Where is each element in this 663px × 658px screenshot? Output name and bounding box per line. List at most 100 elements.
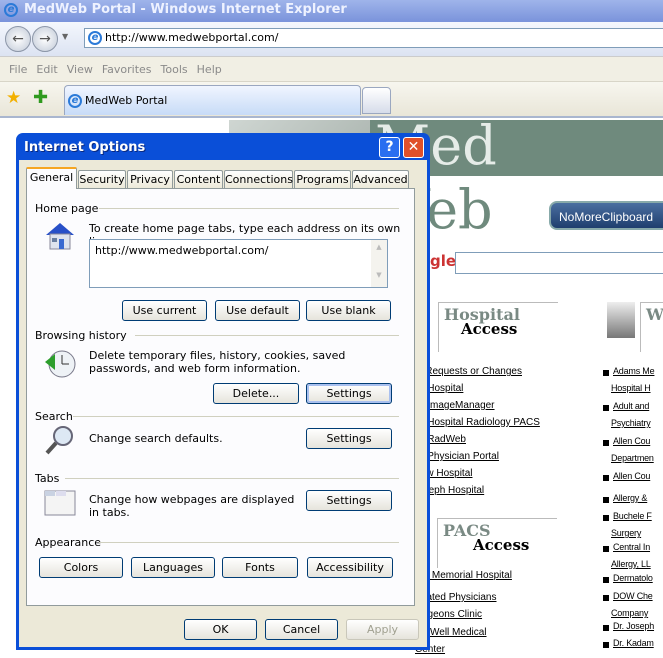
search-description: Change search defaults. [89,432,223,445]
tabs-description: Change how webpages are displayed in tab… [89,493,295,519]
forward-button[interactable]: → [32,26,58,52]
provider-link[interactable]: Central In [613,542,650,552]
menu-edit[interactable]: Edit [36,63,57,76]
bullet-icon [603,577,609,583]
tab-programs[interactable]: Programs [294,170,351,188]
home-icon [43,220,77,254]
menu-tools[interactable]: Tools [161,63,188,76]
tab-bar: ★ ✚ e MedWeb Portal [0,82,663,118]
back-button[interactable]: ← [5,26,31,52]
window-title-bar: e MedWeb Portal - Windows Internet Explo… [0,0,663,22]
nomoreclipboard-button[interactable]: NoMoreClipboard [549,201,663,230]
favorites-star-icon[interactable]: ★ [6,88,21,108]
provider-link[interactable]: Adult and [613,401,649,411]
menu-help[interactable]: Help [197,63,222,76]
google-search-input[interactable] [455,252,663,274]
tabs-icon [43,485,77,519]
browser-tab[interactable]: e MedWeb Portal [64,85,361,115]
tab-label: MedWeb Portal [85,94,168,107]
menu-favorites[interactable]: Favorites [102,63,152,76]
tab-advanced[interactable]: Advanced [352,170,409,188]
tab-ie-icon: e [68,94,82,108]
search-settings-button[interactable]: Settings [306,428,392,449]
provider-link[interactable]: Psychiatry [611,418,651,428]
home-page-label: Home page [35,202,99,215]
provider-link[interactable]: Hospital H [611,383,651,393]
hospital-access-header: Hospital Access [438,302,558,352]
w-section-header: W [640,302,663,352]
tab-privacy[interactable]: Privacy [127,170,173,188]
menu-file[interactable]: File [9,63,27,76]
page-icon: e [88,31,102,45]
tab-security[interactable]: Security [78,170,126,188]
bullet-icon [603,440,609,446]
bullet-icon [603,642,609,648]
provider-link[interactable]: Buchele F [613,511,652,521]
general-panel: Home page To create home page tabs, type… [26,188,415,606]
appearance-label: Appearance [35,536,102,549]
bullet-icon [603,595,609,601]
ie-logo-icon: e [4,3,18,17]
bullet-icon [603,625,609,631]
colors-button[interactable]: Colors [39,557,123,578]
use-default-button[interactable]: Use default [215,300,300,321]
tab-general[interactable]: General [26,167,77,189]
fonts-button[interactable]: Fonts [222,557,298,578]
ok-button[interactable]: OK [184,619,257,640]
home-page-textarea[interactable]: http://www.medwebportal.com/ ▲ ▼ [89,239,388,288]
address-input[interactable]: e http://www.medwebportal.com/ [84,28,663,48]
delete-history-button[interactable]: Delete... [213,383,299,404]
bullet-icon [603,546,609,552]
tab-content[interactable]: Content [174,170,223,188]
menu-bar: File Edit View Favorites Tools Help [0,56,663,82]
bullet-icon [603,405,609,411]
address-url: http://www.medwebportal.com/ [105,31,279,44]
dialog-body: General Security Privacy Content Connect… [19,160,427,647]
provider-link[interactable]: Allen Cou [613,436,650,446]
bullet-icon [603,497,609,503]
browsing-history-label: Browsing history [35,329,127,342]
provider-link[interactable]: DOW Che [613,591,653,601]
textarea-scrollbar[interactable]: ▲ ▼ [371,240,387,287]
use-current-button[interactable]: Use current [122,300,207,321]
recent-pages-dropdown-icon[interactable]: ▼ [62,32,68,41]
use-blank-button[interactable]: Use blank [306,300,391,321]
provider-link[interactable]: Company [611,608,648,618]
internet-options-dialog: Internet Options ? ✕ General Security Pr… [16,133,430,650]
help-button[interactable]: ? [379,137,400,158]
bullet-icon [603,475,609,481]
provider-link[interactable]: Departmen [611,453,654,463]
history-description: Delete temporary files, history, cookies… [89,349,346,375]
home-page-url: http://www.medwebportal.com/ [95,244,269,257]
languages-button[interactable]: Languages [131,557,215,578]
search-label: Search [35,410,73,423]
provider-link[interactable]: Dermatolo [613,573,653,583]
add-favorite-icon[interactable]: ✚ [33,87,48,108]
apply-button[interactable]: Apply [346,619,419,640]
search-magnifier-icon [43,423,77,457]
close-button[interactable]: ✕ [403,137,424,158]
provider-link[interactable]: Dr. Kadam [613,638,654,648]
history-settings-button[interactable]: Settings [306,383,392,404]
provider-link[interactable]: Allergy & [613,493,647,503]
provider-link[interactable]: Allen Cou [613,471,650,481]
dialog-title: Internet Options [24,140,146,155]
menu-view[interactable]: View [67,63,93,76]
bullet-icon [603,370,609,376]
history-clock-icon [43,346,77,380]
provider-link[interactable]: Allergy, LL [611,559,651,569]
laptop-image [607,302,635,338]
provider-link[interactable]: Dr. Joseph [613,621,654,631]
google-logo: gle [430,252,457,270]
window-title: MedWeb Portal - Windows Internet Explore… [24,2,347,17]
new-tab-button[interactable] [362,87,391,114]
tabs-settings-button[interactable]: Settings [306,490,392,511]
pacs-access-header: PACS Access [437,518,557,568]
accessibility-button[interactable]: Accessibility [307,557,393,578]
cancel-button[interactable]: Cancel [265,619,338,640]
navigation-bar: ← → ▼ e http://www.medwebportal.com/ [0,22,663,56]
provider-link[interactable]: Adams Me [613,366,655,376]
tab-connections[interactable]: Connections [224,170,293,188]
provider-link[interactable]: Surgery [611,528,641,538]
bullet-icon [603,515,609,521]
